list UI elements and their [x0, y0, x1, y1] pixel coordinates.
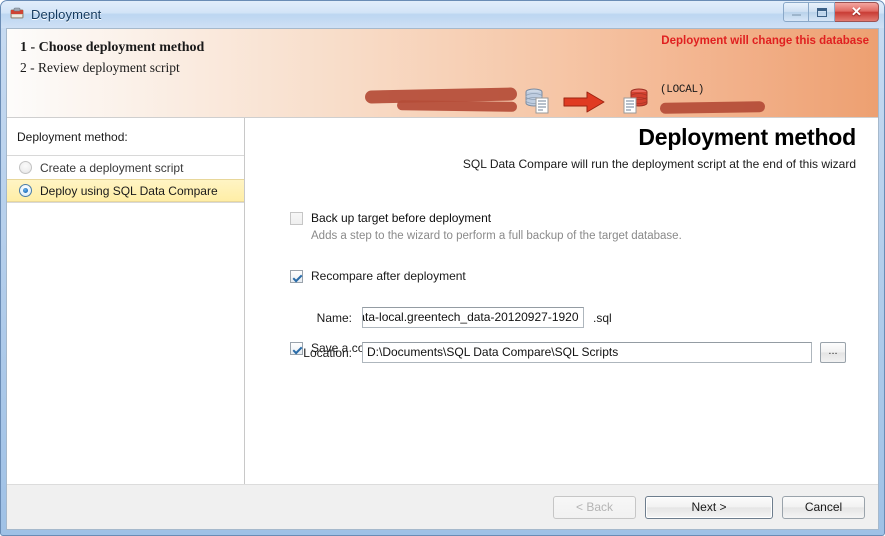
minimize-button[interactable] — [783, 2, 809, 22]
minimize-icon — [791, 14, 801, 16]
radio-selected-icon — [19, 184, 32, 197]
wizard-body: Deployment method: Create a deployment s… — [7, 118, 878, 493]
window-title: Deployment — [31, 6, 102, 22]
deployment-warning-text: Deployment will change this database — [661, 35, 869, 47]
target-database-icon — [620, 86, 650, 117]
page-subtitle: SQL Data Compare will run the deployment… — [462, 157, 856, 171]
target-server-label: (LOCAL) — [660, 84, 705, 96]
location-field-row: Location: D:\Documents\SQL Data Compare\… — [290, 342, 850, 363]
close-button[interactable]: ✕ — [835, 2, 879, 22]
method-option-deploy-sql-data-compare[interactable]: Deploy using SQL Data Compare — [7, 179, 244, 202]
deployment-method-sidebar: Deployment method: Create a deployment s… — [7, 118, 245, 493]
browse-location-button[interactable]: ... — [820, 342, 846, 363]
redaction-stroke-source-2 — [396, 100, 518, 112]
page-title: Deployment method — [638, 124, 856, 150]
redaction-stroke-target — [659, 101, 766, 114]
checkbox-backup-target-icon[interactable] — [290, 212, 303, 225]
client-area: 1 - Choose deployment method 2 - Review … — [6, 28, 879, 530]
wizard-step-2: 2 - Review deployment script — [20, 60, 180, 75]
restore-icon — [816, 7, 827, 17]
maximize-button[interactable] — [809, 2, 835, 22]
source-database-icon — [523, 86, 553, 117]
deployment-method-list: Create a deployment script Deploy using … — [7, 155, 244, 203]
option-backup-target-description: Adds a step to the wizard to perform a f… — [311, 230, 682, 242]
wizard-banner: 1 - Choose deployment method 2 - Review … — [7, 29, 878, 118]
script-file-fields: Name: _data-local.greentech_data-2012092… — [290, 307, 850, 377]
wizard-step-list: 1 - Choose deployment method 2 - Review … — [20, 38, 204, 78]
cancel-button[interactable]: Cancel — [782, 495, 865, 519]
radio-unselected-icon — [19, 161, 32, 174]
script-name-input[interactable]: _data-local.greentech_data-20120927-1920 — [362, 307, 584, 328]
script-name-extension: .sql — [593, 310, 612, 325]
method-option-create-script[interactable]: Create a deployment script — [7, 156, 244, 179]
script-location-input[interactable]: D:\Documents\SQL Data Compare\SQL Script… — [362, 342, 812, 363]
right-arrow-icon — [563, 91, 605, 116]
name-label: Name: — [316, 310, 352, 325]
back-button[interactable]: < Back — [553, 495, 636, 519]
method-option-deploy-sql-data-compare-label: Deploy using SQL Data Compare — [40, 183, 218, 198]
method-option-create-script-label: Create a deployment script — [40, 160, 184, 175]
deployment-app-icon — [9, 6, 25, 22]
name-field-row: Name: _data-local.greentech_data-2012092… — [290, 307, 850, 328]
checkbox-recompare-icon[interactable] — [290, 270, 303, 283]
wizard-footer: < Back Next > Cancel — [7, 484, 878, 529]
title-bar[interactable]: Deployment ✕ — [0, 0, 885, 28]
sidebar-heading: Deployment method: — [17, 130, 128, 144]
location-label: Location: — [303, 345, 352, 360]
window-controls: ✕ — [783, 2, 879, 22]
wizard-step-1: 1 - Choose deployment method — [20, 40, 205, 55]
deployment-window: Deployment ✕ 1 - Choose deployment metho… — [0, 0, 885, 536]
option-backup-target[interactable]: Back up target before deployment — [290, 211, 850, 225]
option-recompare[interactable]: Recompare after deployment — [290, 269, 850, 283]
next-button[interactable]: Next > — [645, 495, 773, 519]
main-panel: Deployment method SQL Data Compare will … — [245, 118, 878, 493]
option-backup-target-label: Back up target before deployment — [311, 211, 492, 225]
option-recompare-label: Recompare after deployment — [311, 269, 466, 283]
